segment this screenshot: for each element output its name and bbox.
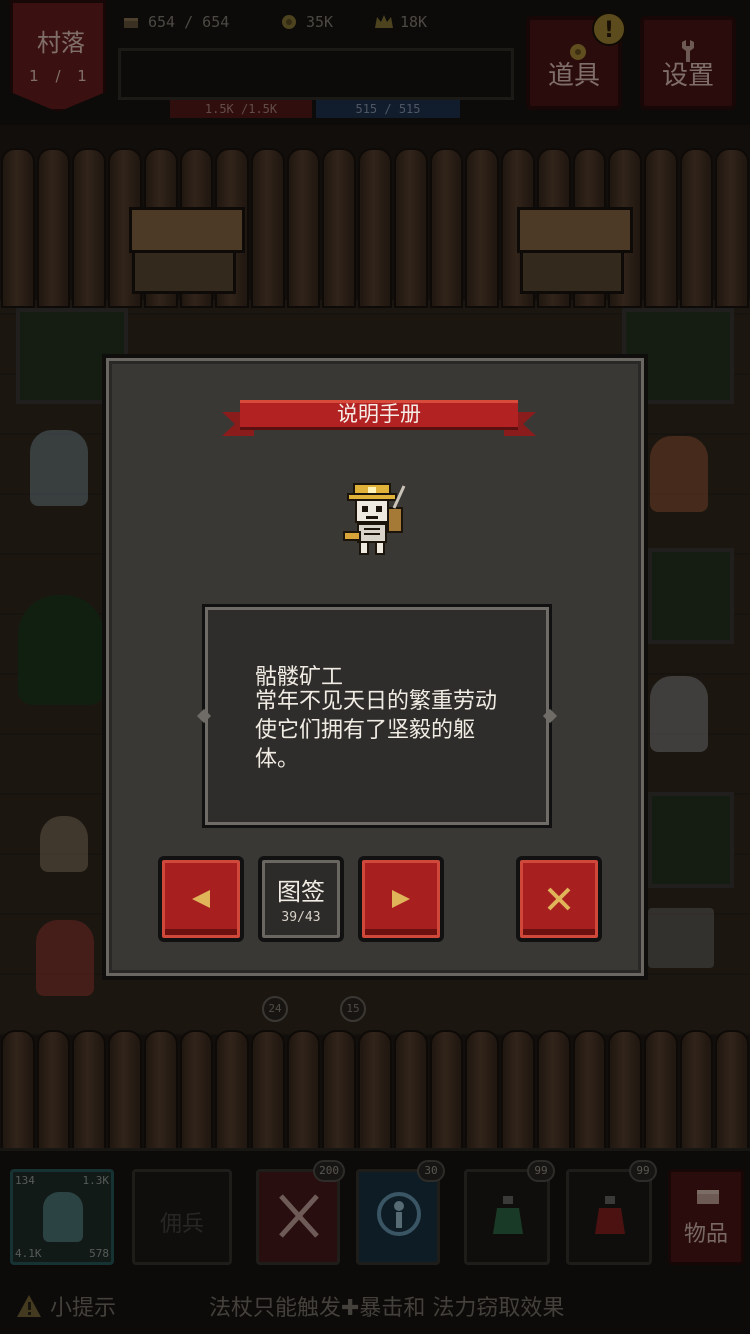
- skeleton-miner-sprite: [343, 483, 406, 555]
- dialog-title: 说明手册: [337, 402, 421, 426]
- close-x-icon: [520, 860, 598, 938]
- title-ribbon: 说明手册: [222, 398, 536, 438]
- catalog-button[interactable]: 图签 39/43: [258, 856, 344, 942]
- right-arrow-icon: [362, 860, 440, 938]
- previous-button[interactable]: [158, 856, 244, 942]
- next-button[interactable]: [358, 856, 444, 942]
- left-arrow-icon: [162, 860, 240, 938]
- catalog-label: 图签: [277, 878, 325, 906]
- close-button[interactable]: [516, 856, 602, 942]
- monster-description: 常年不见天日的繁重劳动使它们拥有了坚毅的躯体。: [255, 689, 498, 772]
- description-box: 骷髅矿工 常年不见天日的繁重劳动使它们拥有了坚毅的躯体。: [196, 604, 558, 828]
- manual-dialog: 说明手册 骷髅矿工 常年不见天日的繁重劳动使它们拥有了坚毅的躯体。 图签 39/…: [102, 354, 648, 980]
- catalog-count: 39/43: [281, 910, 321, 925]
